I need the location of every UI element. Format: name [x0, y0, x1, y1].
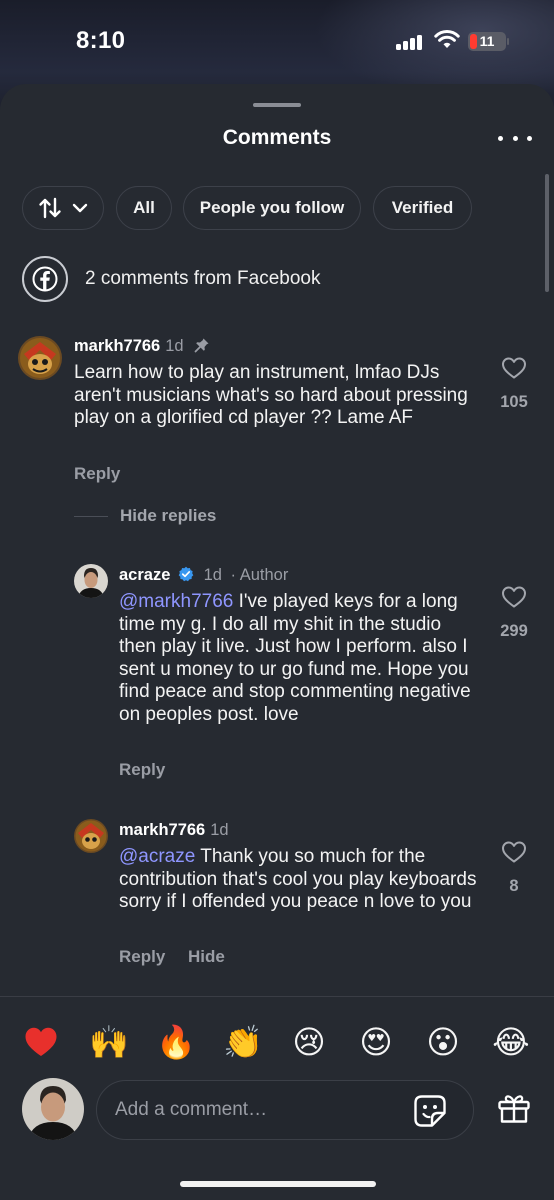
like-count: 105: [500, 393, 528, 411]
sheet-title: Comments: [222, 126, 332, 149]
heart-icon: [502, 357, 526, 379]
verified-badge-icon: [178, 566, 194, 582]
cellular-signal-icon: [396, 34, 424, 50]
filter-people-you-follow[interactable]: People you follow: [183, 186, 361, 230]
sort-button[interactable]: [22, 186, 104, 230]
gift-icon[interactable]: [497, 1091, 531, 1125]
comment-text: Learn how to play an instrument, lmfao D…: [74, 362, 468, 428]
status-bar: 8:10 11: [0, 0, 554, 84]
hide-replies-button[interactable]: Hide replies: [74, 506, 216, 526]
reaction-surprised[interactable]: 😮: [421, 1020, 465, 1064]
battery-icon: 11: [468, 32, 506, 51]
more-options-button[interactable]: [498, 128, 532, 148]
reaction-fire[interactable]: 🔥: [154, 1020, 198, 1064]
filter-verified[interactable]: Verified: [373, 186, 472, 230]
reply-age: 1d: [210, 821, 229, 839]
hide-comment-button[interactable]: Hide: [188, 947, 225, 967]
reply-text: @markh7766 I've played keys for a long t…: [119, 591, 471, 725]
battery-level: 11: [479, 33, 495, 49]
avatar[interactable]: [74, 819, 108, 853]
heart-icon: [502, 586, 526, 608]
divider: [0, 996, 554, 997]
facebook-comments-label: 2 comments from Facebook: [85, 268, 321, 289]
reaction-crying[interactable]: 😢: [287, 1020, 331, 1064]
sheet-grabber[interactable]: [253, 103, 301, 107]
comments-sheet: Comments All People you follow Verified …: [0, 84, 554, 1200]
reaction-heart[interactable]: [19, 1020, 63, 1064]
mention-link[interactable]: @markh7766: [119, 591, 233, 612]
pin-icon: [194, 338, 209, 353]
filter-all[interactable]: All: [116, 186, 172, 230]
author-label: · Author: [230, 566, 289, 584]
home-indicator[interactable]: [180, 1181, 376, 1187]
comment-input[interactable]: [115, 1081, 395, 1139]
reply-button[interactable]: Reply: [119, 947, 165, 967]
reply-button[interactable]: Reply: [74, 464, 120, 484]
comment-input-box: [96, 1080, 474, 1140]
comment-username[interactable]: markh7766: [74, 337, 160, 355]
my-avatar: [22, 1078, 84, 1140]
reaction-heart-eyes[interactable]: 😍: [354, 1020, 398, 1064]
quick-reactions: 🙌 🔥 👏 😢 😍 😮 😂: [0, 1020, 554, 1064]
chevron-down-icon: [72, 203, 88, 213]
mention-link[interactable]: @acraze: [119, 846, 195, 867]
like-count: 299: [500, 622, 528, 640]
comment-composer: [0, 1078, 554, 1142]
avatar[interactable]: [74, 564, 108, 598]
reply-text: @acraze Thank you so much for the contri…: [119, 846, 477, 912]
comment-age: 1d: [165, 337, 184, 355]
avatar[interactable]: [18, 336, 62, 380]
reaction-raised-hands[interactable]: 🙌: [87, 1020, 131, 1064]
like-button[interactable]: 8: [494, 840, 534, 896]
like-button[interactable]: 105: [494, 356, 534, 412]
status-time: 8:10: [76, 27, 126, 54]
reply-button[interactable]: Reply: [119, 760, 165, 780]
reply-username[interactable]: markh7766: [119, 821, 205, 839]
reaction-laughing[interactable]: 😂: [489, 1020, 533, 1064]
reply-age: 1d: [203, 566, 222, 584]
like-button[interactable]: 299: [494, 585, 534, 641]
hide-replies-label: Hide replies: [120, 506, 217, 525]
heart-icon: [502, 841, 526, 863]
scrollbar[interactable]: [545, 174, 549, 292]
like-count: 8: [509, 877, 519, 895]
sticker-icon[interactable]: [413, 1094, 447, 1128]
sort-arrows-icon: [39, 197, 61, 219]
facebook-icon: [22, 256, 68, 302]
facebook-comments-row[interactable]: 2 comments from Facebook: [22, 256, 522, 302]
reply-username[interactable]: acraze: [119, 566, 170, 584]
wifi-icon: [434, 30, 460, 48]
reaction-clapping[interactable]: 👏: [221, 1020, 265, 1064]
